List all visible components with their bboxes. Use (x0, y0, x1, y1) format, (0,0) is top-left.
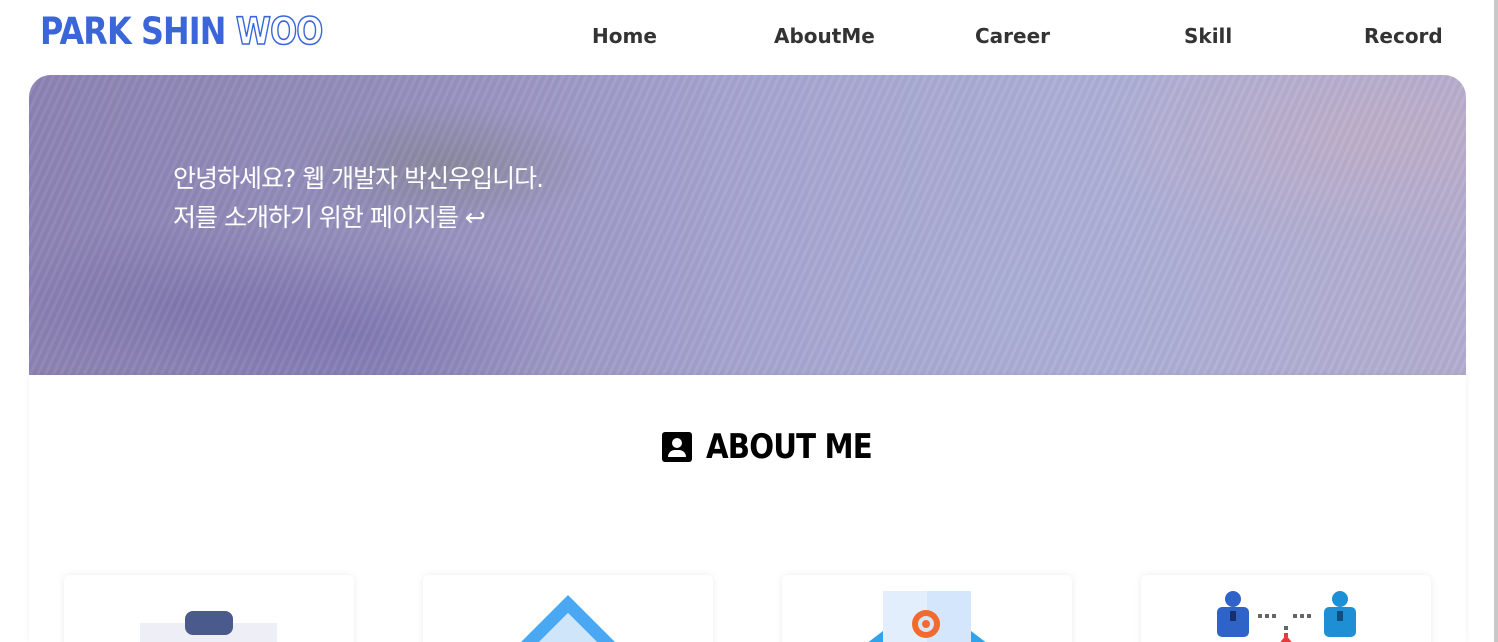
about-heading: ABOUT ME (662, 427, 899, 467)
people-network-icon (1217, 591, 1356, 642)
logo-accent-text: WOO (235, 9, 324, 54)
scrollbar-thumb[interactable] (1494, 0, 1498, 642)
nav-skill[interactable]: Skill (1184, 24, 1232, 48)
header: PARK SHIN WOO Home AboutMe Career Skill R… (0, 0, 1498, 75)
logo-main-text: PARK SHIN (40, 10, 226, 53)
about-section: ABOUT ME (29, 375, 1466, 642)
nav-aboutme[interactable]: AboutMe (774, 24, 875, 48)
nav-career[interactable]: Career (975, 24, 1050, 48)
clipboard-icon (140, 611, 277, 642)
vertical-scrollbar[interactable] (1494, 0, 1498, 642)
home-icon (521, 595, 615, 642)
email-icon (868, 591, 986, 642)
hero-subtitle: 저를 소개하기 위한 페이지를 ↩ (173, 203, 486, 232)
about-card-email[interactable] (782, 575, 1072, 642)
nav-record[interactable]: Record (1364, 24, 1443, 48)
about-card-network[interactable] (1141, 575, 1431, 642)
about-card-home[interactable] (423, 575, 713, 642)
person-badge-icon (662, 432, 692, 462)
site-logo[interactable]: PARK SHIN WOO (40, 9, 324, 54)
hero-intro: 안녕하세요? 웹 개발자 박신우입니다. 저를 소개하기 위한 페이지를 ↩ (173, 159, 544, 237)
hero-greeting: 안녕하세요? 웹 개발자 박신우입니다. (173, 164, 544, 193)
about-title: ABOUT ME (706, 427, 873, 467)
hero-banner: 안녕하세요? 웹 개발자 박신우입니다. 저를 소개하기 위한 페이지를 ↩ (29, 75, 1466, 375)
page: PARK SHIN WOO Home AboutMe Career Skill R… (0, 0, 1498, 642)
about-card-profile[interactable] (64, 575, 354, 642)
nav-home[interactable]: Home (592, 24, 657, 48)
